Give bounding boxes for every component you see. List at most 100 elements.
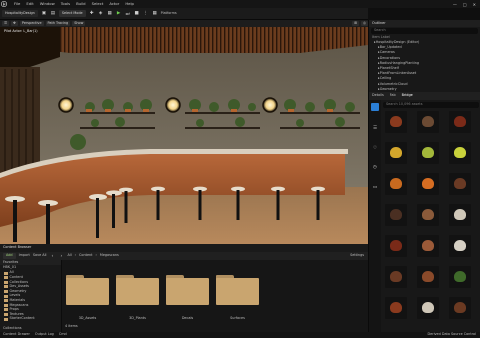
source-control-status[interactable]: Derived Data Source Control xyxy=(427,332,476,336)
platforms-icon[interactable]: ▦ xyxy=(152,11,158,17)
menu-edit[interactable]: Edit xyxy=(26,2,33,6)
blueprint-icon[interactable]: ◈ xyxy=(98,11,104,17)
asset-thumbnail[interactable] xyxy=(385,111,407,133)
stop-icon[interactable]: ■ xyxy=(134,11,140,17)
viewport-menu-button[interactable]: ☰ xyxy=(2,21,10,26)
asset-thumbnail[interactable] xyxy=(385,173,407,195)
tab-fab[interactable]: Fab xyxy=(390,93,396,97)
bridge-home-icon[interactable] xyxy=(371,103,379,111)
asset-thumbnail[interactable] xyxy=(385,204,407,226)
menu-tools[interactable]: Tools xyxy=(61,2,70,6)
cinematics-icon[interactable]: ▦ xyxy=(107,11,113,17)
asset-thumbnail[interactable] xyxy=(417,297,439,319)
outliner-item-label: Item Label xyxy=(372,34,390,39)
right-panel: Outliner Search Item Label ▸ HospitalityD… xyxy=(368,20,480,332)
more-options-icon[interactable]: ⋮ xyxy=(143,11,149,17)
asset-thumbnail[interactable] xyxy=(385,297,407,319)
maximize-button[interactable]: □ xyxy=(463,2,467,7)
menu-file[interactable]: File xyxy=(14,2,20,6)
path-megascans[interactable]: Megascans xyxy=(100,253,119,257)
asset-thumbnail[interactable] xyxy=(449,173,471,195)
perspective-button[interactable]: Perspective xyxy=(19,21,44,26)
show-button[interactable]: Show xyxy=(72,21,86,26)
menu-select[interactable]: Select xyxy=(92,2,104,6)
path-content[interactable]: Content xyxy=(79,253,93,257)
asset-thumbnail[interactable] xyxy=(449,266,471,288)
bridge-recent-icon[interactable]: ◷ xyxy=(372,165,378,171)
add-button[interactable]: Add xyxy=(3,252,16,260)
asset-thumbnail[interactable] xyxy=(417,111,439,133)
asset-preview xyxy=(390,147,402,158)
asset-thumbnail[interactable] xyxy=(449,142,471,164)
level-viewport[interactable]: Pilot Actor: L_Bar(1) xyxy=(0,27,368,244)
cmd-button[interactable]: Cmd xyxy=(59,332,67,336)
bridge-local-icon[interactable]: ▭ xyxy=(372,184,378,190)
outliner-search[interactable]: Search xyxy=(371,28,478,34)
close-window-button[interactable]: ✕ xyxy=(473,2,476,7)
bridge-collections-icon[interactable]: ☰ xyxy=(372,126,378,132)
asset-thumbnail[interactable] xyxy=(417,266,439,288)
asset-preview xyxy=(422,240,434,251)
outliner-item-label: Ceiling xyxy=(379,76,392,81)
content-icon[interactable]: ▤ xyxy=(50,11,56,17)
asset-thumbnail[interactable] xyxy=(385,266,407,288)
platforms-label[interactable]: Platforms xyxy=(161,11,177,15)
content-drawer-button[interactable]: Content Drawer xyxy=(3,332,30,336)
folder-item[interactable] xyxy=(116,275,159,305)
outliner-item-label: Decorations xyxy=(379,55,401,60)
tab-bridge[interactable]: Bridge xyxy=(402,93,413,97)
asset-thumbnail[interactable] xyxy=(449,111,471,133)
transform-icon[interactable]: ✥ xyxy=(11,21,18,26)
select-mode-dropdown[interactable]: Select Mode xyxy=(58,10,86,17)
minimize-button[interactable]: — xyxy=(453,2,457,7)
folder-item[interactable] xyxy=(216,275,259,305)
import-button[interactable]: Import xyxy=(19,253,30,257)
bridge-favorites-icon[interactable]: ♡ xyxy=(372,145,378,151)
content-browser-tab[interactable]: Content Browser xyxy=(0,244,368,252)
asset-thumbnail[interactable] xyxy=(385,235,407,257)
collections-header[interactable]: Collections xyxy=(3,326,22,330)
bridge-search[interactable]: Search 10,096 assets xyxy=(383,102,479,108)
asset-thumbnail[interactable] xyxy=(417,142,439,164)
settings-button[interactable]: Settings xyxy=(350,253,364,257)
outliner-tab[interactable]: Outliner xyxy=(369,20,480,27)
folder-item[interactable] xyxy=(66,275,109,305)
asset-preview xyxy=(422,116,434,127)
menu-actor[interactable]: Actor xyxy=(109,2,119,6)
step-icon[interactable]: ⏭ xyxy=(125,11,131,17)
asset-thumbnail[interactable] xyxy=(449,235,471,257)
folder-item[interactable] xyxy=(166,275,209,305)
camera-speed-icon[interactable]: ◎ xyxy=(361,21,368,26)
asset-thumbnail[interactable] xyxy=(417,173,439,195)
menu-build[interactable]: Build xyxy=(76,2,86,6)
tab-details[interactable]: Details xyxy=(372,93,384,97)
forward-icon[interactable]: › xyxy=(58,253,64,259)
folder-icon xyxy=(4,271,8,275)
asset-thumbnail[interactable] xyxy=(417,235,439,257)
outliner-item-label: RadiusHangingPlanting xyxy=(379,60,420,65)
menu-window[interactable]: Window xyxy=(40,2,55,6)
save-icon[interactable]: ▣ xyxy=(41,11,47,17)
outliner-item-label: PlantFromLinkerAsset xyxy=(379,71,417,76)
folder-tree-label: StarterContent xyxy=(9,316,35,321)
unreal-logo-icon[interactable] xyxy=(0,0,8,8)
asset-preview xyxy=(390,178,402,189)
asset-thumbnail[interactable] xyxy=(417,204,439,226)
add-actor-icon[interactable]: ✚ xyxy=(89,11,95,17)
path-all[interactable]: All xyxy=(67,253,71,257)
view-mode-button[interactable]: Path Tracing xyxy=(45,21,71,26)
menu-help[interactable]: Help xyxy=(125,2,134,6)
asset-thumbnail[interactable] xyxy=(385,142,407,164)
asset-preview xyxy=(454,147,466,158)
play-icon[interactable]: ▶ xyxy=(116,11,122,17)
folder-tree-item[interactable]: StarterContent xyxy=(4,316,61,322)
snap-icon[interactable]: ⊞ xyxy=(352,21,360,26)
back-icon[interactable]: ‹ xyxy=(49,253,55,259)
asset-thumbnail[interactable] xyxy=(449,297,471,319)
output-log-button[interactable]: Output Log xyxy=(35,332,54,336)
folder-icon xyxy=(4,303,8,307)
folder-label: Surfaces xyxy=(230,316,245,320)
asset-thumbnail[interactable] xyxy=(449,204,471,226)
project-tab[interactable]: HospitalityDesign xyxy=(2,10,38,17)
save-all-button[interactable]: Save All xyxy=(33,253,47,257)
